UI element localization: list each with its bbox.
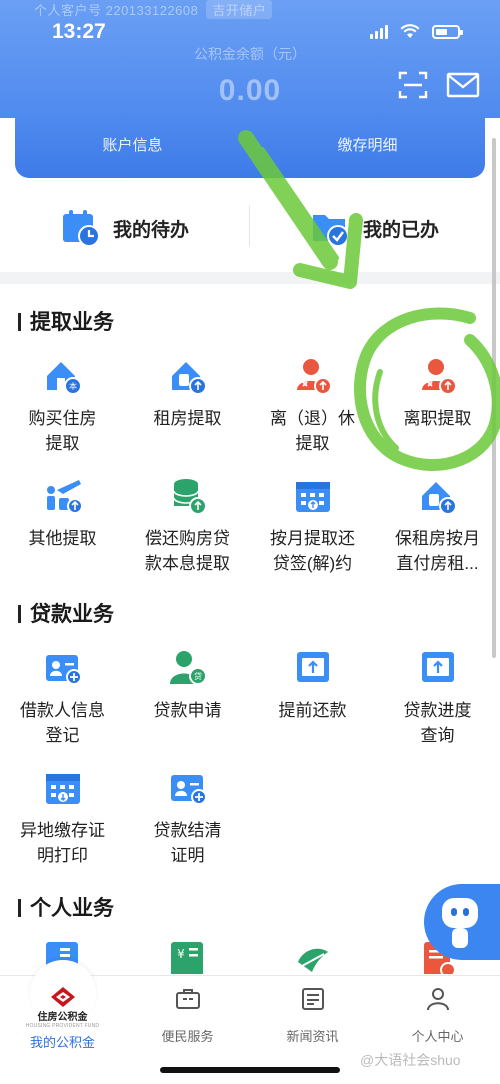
- travel-icon: [46, 480, 83, 514]
- grid-item-label: 离（退）休 提取: [270, 409, 355, 453]
- section-title-text: 贷款业务: [30, 603, 114, 626]
- tab-my-fund[interactable]: 住房公积金 HOUSING PROVIDENT FUND 我的公积金: [0, 986, 125, 1051]
- grid-item-label: 离职提取: [403, 409, 472, 428]
- tab-account-info[interactable]: 账户信息: [15, 116, 250, 178]
- tab-news[interactable]: 新闻资讯: [250, 986, 375, 1045]
- grid-item-rental-direct[interactable]: 保租房按月 直付房租...: [375, 466, 500, 586]
- user-icon: [426, 988, 449, 1011]
- signal-icon: [370, 24, 388, 39]
- tab-label: 新闻资讯: [286, 1029, 339, 1044]
- grid-item-retire[interactable]: 离（退）休 提取: [250, 346, 375, 466]
- grid-item-label: 按月提取还 贷签(解)约: [270, 529, 355, 573]
- grid-item-monthly-sign[interactable]: 按月提取还 贷签(解)约: [250, 466, 375, 586]
- grid-item-label: 购买住房 提取: [28, 409, 97, 453]
- tab-convenience[interactable]: 便民服务: [125, 986, 250, 1045]
- resign-icon: [421, 359, 457, 395]
- wifi-icon: [400, 24, 420, 38]
- calendar-icon: [295, 482, 330, 512]
- grid-item-other[interactable]: 其他提取: [0, 466, 125, 586]
- section-title-loan: 贷款业务: [18, 598, 114, 628]
- yuan-doc-icon[interactable]: ¥: [169, 940, 205, 974]
- watermark: @大语社会shuo: [360, 1052, 461, 1068]
- faded-account-row: 个人客户号 220133122608 吉开储户: [34, 0, 273, 19]
- account-tag: 吉开储户: [206, 0, 273, 19]
- tab-label: 我的公积金: [29, 1035, 95, 1050]
- todo-divider: [249, 206, 250, 246]
- tab-label: 便民服务: [161, 1029, 214, 1044]
- grid-item-label: 异地缴存证 明打印: [20, 821, 105, 865]
- status-icons: [370, 24, 463, 39]
- house-buy-icon: 本: [46, 362, 82, 395]
- scan-icon[interactable]: [398, 70, 428, 100]
- folder-check-icon: [312, 215, 349, 247]
- coins-icon: [172, 479, 207, 515]
- robot-icon: [442, 898, 478, 928]
- logo-subtext: HOUSING PROVIDENT FUND: [25, 1023, 100, 1029]
- section-title-withdrawal: 提取业务: [18, 306, 114, 336]
- grid-item-loan-progress[interactable]: 贷款进度 查询: [375, 638, 500, 758]
- calendar-clock-icon: [62, 210, 100, 247]
- my-pending-button[interactable]: 我的待办: [0, 196, 250, 260]
- tab-deposit-details[interactable]: 缴存明细: [250, 116, 485, 178]
- grid-item-loan-apply[interactable]: 贷 贷款申请: [125, 638, 250, 758]
- fund-logo-icon: [50, 987, 75, 1007]
- svg-text:本: 本: [69, 381, 77, 391]
- status-time: 13:27: [52, 20, 106, 43]
- mail-icon[interactable]: [446, 72, 480, 98]
- prepay-icon: [296, 652, 329, 682]
- section-title-personal: 个人业务: [18, 892, 114, 922]
- grid-item-label: 租房提取: [153, 409, 222, 428]
- my-done-label: 我的已办: [362, 219, 439, 241]
- grid-item-label: 贷款进度 查询: [403, 701, 472, 745]
- assistant-robot-button[interactable]: [424, 884, 500, 960]
- grid-item-loan-settle[interactable]: 贷款结清 证明: [125, 758, 250, 878]
- loan-apply-icon: 贷: [169, 651, 207, 685]
- section-title-text: 个人业务: [30, 897, 114, 920]
- grid-item-label: 借款人信息 登记: [20, 701, 105, 745]
- svg-text:¥: ¥: [177, 947, 185, 961]
- settle-icon: [170, 775, 207, 805]
- battery-icon: [432, 24, 463, 39]
- my-pending-label: 我的待办: [112, 219, 189, 241]
- house-rent-icon: [421, 482, 457, 515]
- tab-label: 个人中心: [411, 1029, 464, 1044]
- news-icon: [301, 988, 324, 1010]
- leaf-icon[interactable]: [294, 942, 332, 974]
- account-card: 账户信息 缴存明细: [15, 116, 485, 178]
- account-number-text: 个人客户号 220133122608: [34, 3, 199, 18]
- grid-item-remote-print[interactable]: 异地缴存证 明打印: [0, 758, 125, 878]
- grid-item-resign[interactable]: 离职提取: [375, 346, 500, 466]
- my-done-button[interactable]: 我的已办: [250, 196, 500, 260]
- briefcase-icon: [175, 989, 200, 1009]
- retire-icon: [296, 359, 332, 395]
- grid-item-label: 贷款申请: [153, 701, 222, 720]
- grid-item-label: 提前还款: [278, 701, 347, 720]
- balance-label: 公积金余额（元）: [194, 46, 306, 62]
- grid-item-label: 贷款结清 证明: [153, 821, 222, 865]
- grid-item-repay-loan[interactable]: 偿还购房贷 款本息提取: [125, 466, 250, 586]
- todo-row: 我的待办 我的已办: [0, 196, 500, 260]
- grid-item-rent[interactable]: 租房提取: [125, 346, 250, 466]
- tab-profile[interactable]: 个人中心: [375, 986, 500, 1045]
- scrollbar[interactable]: [492, 138, 496, 658]
- progress-icon: [421, 652, 454, 682]
- logo-text: 住房公积金: [37, 1012, 88, 1023]
- rent-icon: [171, 362, 207, 395]
- grid-item-label: 偿还购房贷 款本息提取: [145, 529, 230, 573]
- grid-item-borrower-info[interactable]: 借款人信息 登记: [0, 638, 125, 758]
- loan-grid: 借款人信息 登记 贷 贷款申请 提前还款 贷款进度 查询 异地缴存证 明打印 贷…: [0, 638, 500, 878]
- borrower-icon: [45, 655, 82, 685]
- home-indicator[interactable]: [160, 1067, 340, 1073]
- section-separator: [0, 272, 500, 284]
- grid-item-label: 保租房按月 直付房租...: [395, 529, 480, 573]
- grid-item-buy-house[interactable]: 本 购买住房 提取: [0, 346, 125, 466]
- svg-text:贷: 贷: [194, 671, 202, 681]
- withdrawal-grid: 本 购买住房 提取 租房提取 离（退）休 提取 离职提取 其他提取 偿还购房贷 …: [0, 346, 500, 586]
- grid-item-prepay[interactable]: 提前还款: [250, 638, 375, 758]
- print-icon: [45, 774, 80, 804]
- section-title-text: 提取业务: [30, 311, 114, 334]
- grid-item-label: 其他提取: [28, 529, 97, 548]
